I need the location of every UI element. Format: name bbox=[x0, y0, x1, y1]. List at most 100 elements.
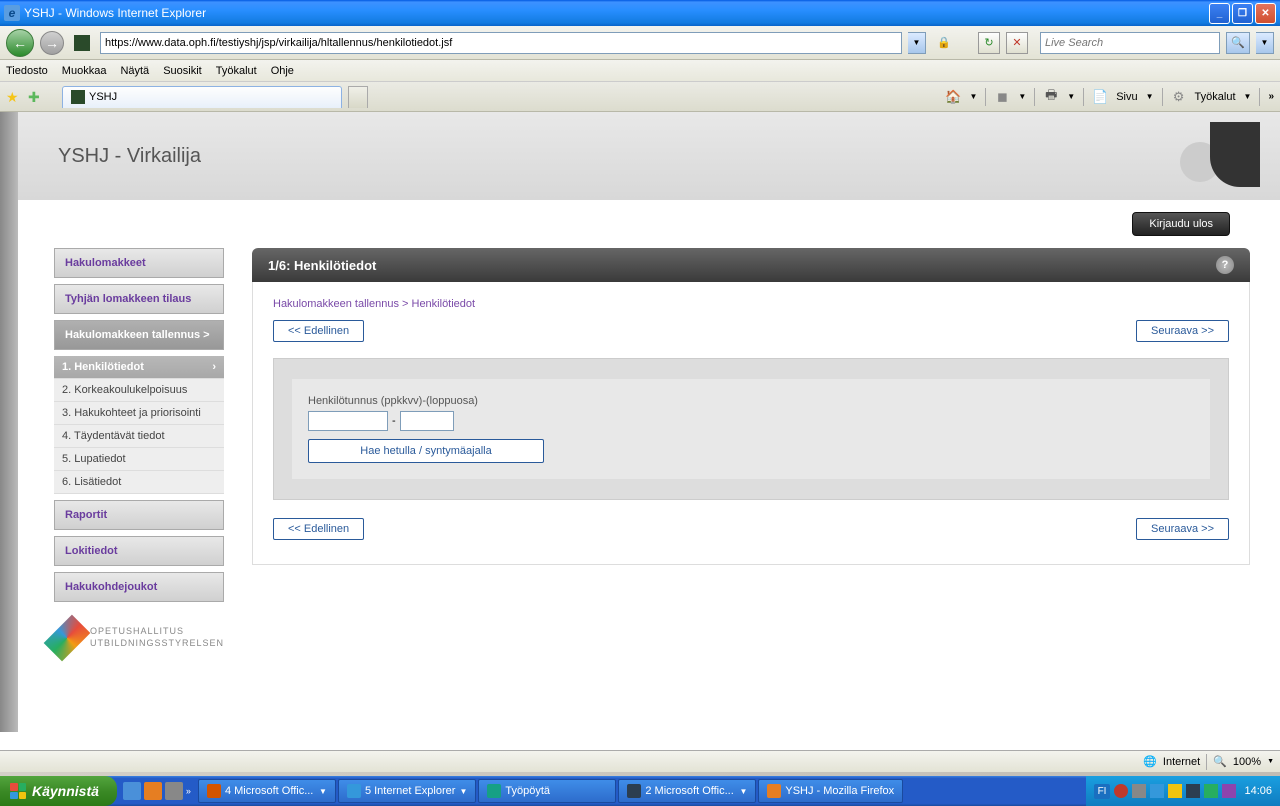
page-icon[interactable]: 📄 bbox=[1092, 89, 1108, 105]
maximize-button[interactable]: ❐ bbox=[1232, 3, 1253, 24]
new-tab-button[interactable] bbox=[348, 86, 368, 108]
feeds-dropdown[interactable]: ▼ bbox=[1018, 92, 1026, 101]
favorites-icon[interactable]: ★ bbox=[6, 89, 22, 105]
tools-dropdown[interactable]: ▼ bbox=[1244, 92, 1252, 101]
zoom-icon[interactable]: 🔍 bbox=[1213, 755, 1227, 768]
tray-network-icon[interactable] bbox=[1204, 784, 1218, 798]
ope-logo: OPETUSHALLITUS UTBILDNINGSSTYRELSEN bbox=[54, 618, 224, 658]
step-3-hakukohteet[interactable]: 3. Hakukohteet ja priorisointi bbox=[54, 402, 224, 425]
sidebar-tallennus[interactable]: Hakulomakkeen tallennus > bbox=[54, 320, 224, 350]
menu-muokkaa[interactable]: Muokkaa bbox=[62, 65, 107, 77]
task-ie[interactable]: 5 Internet Explorer ▼ bbox=[338, 779, 476, 803]
tab-site-icon bbox=[71, 90, 85, 104]
search-button[interactable]: 🔍 bbox=[1226, 32, 1250, 54]
ql-overflow[interactable]: » bbox=[186, 786, 191, 796]
menu-suosikit[interactable]: Suosikit bbox=[163, 65, 202, 77]
panel-header: 1/6: Henkilötiedot ? bbox=[252, 248, 1250, 282]
home-icon[interactable]: 🏠 bbox=[945, 89, 961, 105]
tray-icon-4[interactable] bbox=[1168, 784, 1182, 798]
panel-title: 1/6: Henkilötiedot bbox=[268, 258, 376, 273]
tab-title: YSHJ bbox=[89, 91, 117, 103]
stop-button[interactable]: ✕ bbox=[1006, 32, 1028, 54]
tools-menu[interactable]: Työkalut bbox=[1195, 91, 1236, 103]
tools-gear-icon[interactable]: ⚙ bbox=[1171, 89, 1187, 105]
help-icon[interactable]: ? bbox=[1216, 256, 1234, 274]
ssn-label: Henkilötunnus (ppkkvv)-(loppuosa) bbox=[308, 395, 1194, 407]
forward-button[interactable]: → bbox=[40, 31, 64, 55]
back-button[interactable]: ← bbox=[6, 29, 34, 57]
ql-ie-icon[interactable] bbox=[123, 782, 141, 800]
feeds-icon[interactable]: ◼ bbox=[994, 89, 1010, 105]
zoom-dropdown[interactable]: ▼ bbox=[1267, 758, 1274, 765]
task-desktop[interactable]: Työpöytä bbox=[478, 779, 616, 803]
menu-nayta[interactable]: Näytä bbox=[120, 65, 149, 77]
address-bar[interactable] bbox=[100, 32, 902, 54]
minimize-button[interactable]: _ bbox=[1209, 3, 1230, 24]
task-office-2[interactable]: 2 Microsoft Offic... ▼ bbox=[618, 779, 756, 803]
search-dropdown[interactable]: ▼ bbox=[1256, 32, 1274, 54]
form-box: Henkilötunnus (ppkkvv)-(loppuosa) - Hae … bbox=[273, 358, 1229, 500]
prev-button-top[interactable]: << Edellinen bbox=[273, 320, 364, 342]
task-office-1[interactable]: 4 Microsoft Offic... ▼ bbox=[198, 779, 336, 803]
step-4-taydentavat[interactable]: 4. Täydentävät tiedot bbox=[54, 425, 224, 448]
windows-logo-icon bbox=[10, 783, 26, 799]
tray-icon-2[interactable] bbox=[1132, 784, 1146, 798]
refresh-button[interactable]: ↻ bbox=[978, 32, 1000, 54]
sidebar-lokitiedot[interactable]: Lokitiedot bbox=[54, 536, 224, 566]
print-icon[interactable]: 🖶 bbox=[1043, 89, 1059, 105]
tab-yshj[interactable]: YSHJ bbox=[62, 86, 342, 108]
step-2-korkeakoulu[interactable]: 2. Korkeakoulukelpoisuus bbox=[54, 379, 224, 402]
step-5-lupatiedot[interactable]: 5. Lupatiedot bbox=[54, 448, 224, 471]
page-menu[interactable]: Sivu bbox=[1116, 91, 1137, 103]
tray-icon-1[interactable] bbox=[1114, 784, 1128, 798]
clock[interactable]: 14:06 bbox=[1244, 785, 1272, 797]
menu-tyokalut[interactable]: Työkalut bbox=[216, 65, 257, 77]
globe-icon: 🌐 bbox=[1143, 755, 1157, 768]
add-favorite-icon[interactable]: ✚ bbox=[28, 89, 44, 105]
search-person-button[interactable]: Hae hetulla / syntymäajalla bbox=[308, 439, 544, 463]
content-area: YSHJ - Virkailija Kirjaudu ulos Hakuloma… bbox=[0, 112, 1280, 750]
sidebar-hakulomakkeet[interactable]: Hakulomakkeet bbox=[54, 248, 224, 278]
logo-diamond-icon bbox=[44, 615, 91, 662]
tray-icon-7[interactable] bbox=[1222, 784, 1236, 798]
sidebar-raportit[interactable]: Raportit bbox=[54, 500, 224, 530]
tray-icon-3[interactable] bbox=[1150, 784, 1164, 798]
language-indicator[interactable]: FI bbox=[1094, 784, 1111, 799]
ql-app-icon[interactable] bbox=[165, 782, 183, 800]
tray-volume-icon[interactable] bbox=[1186, 784, 1200, 798]
ssn-separator: - bbox=[392, 415, 396, 427]
menu-bar: Tiedosto Muokkaa Näytä Suosikit Työkalut… bbox=[0, 60, 1280, 82]
page-dropdown[interactable]: ▼ bbox=[1146, 92, 1154, 101]
sidebar-tyhjan-tilaus[interactable]: Tyhjän lomakkeen tilaus bbox=[54, 284, 224, 314]
ql-firefox-icon[interactable] bbox=[144, 782, 162, 800]
step-6-lisatiedot[interactable]: 6. Lisätiedot bbox=[54, 471, 224, 494]
header-logo-shape bbox=[1160, 122, 1260, 192]
prev-button-bottom[interactable]: << Edellinen bbox=[273, 518, 364, 540]
next-button-bottom[interactable]: Seuraava >> bbox=[1136, 518, 1229, 540]
ssn-date-input[interactable] bbox=[308, 411, 388, 431]
ssn-suffix-input[interactable] bbox=[400, 411, 454, 431]
logout-button[interactable]: Kirjaudu ulos bbox=[1132, 212, 1230, 236]
logo-text: OPETUSHALLITUS UTBILDNINGSSTYRELSEN bbox=[90, 626, 224, 649]
ie-icon: e bbox=[4, 5, 20, 21]
sidebar: Hakulomakkeet Tyhjän lomakkeen tilaus Ha… bbox=[54, 248, 224, 658]
sidebar-hakukohdejoukot[interactable]: Hakukohdejoukot bbox=[54, 572, 224, 602]
page-title: YSHJ - Virkailija bbox=[58, 145, 201, 168]
menu-tiedosto[interactable]: Tiedosto bbox=[6, 65, 48, 77]
step-1-henkilotiedot[interactable]: 1. Henkilötiedot bbox=[54, 356, 224, 379]
wizard-steps: 1. Henkilötiedot 2. Korkeakoulukelpoisuu… bbox=[54, 356, 224, 494]
task-firefox[interactable]: YSHJ - Mozilla Firefox bbox=[758, 779, 903, 803]
print-dropdown[interactable]: ▼ bbox=[1067, 92, 1075, 101]
breadcrumb: Hakulomakkeen tallennus > Henkilötiedot bbox=[273, 298, 1229, 310]
address-dropdown[interactable]: ▼ bbox=[908, 32, 926, 54]
close-button[interactable]: ✕ bbox=[1255, 3, 1276, 24]
next-button-top[interactable]: Seuraava >> bbox=[1136, 320, 1229, 342]
left-edge-decoration bbox=[0, 112, 18, 732]
start-button[interactable]: Käynnistä bbox=[0, 776, 117, 806]
toolbar-overflow[interactable]: » bbox=[1268, 91, 1274, 102]
site-icon bbox=[74, 35, 90, 51]
search-input[interactable] bbox=[1040, 32, 1220, 54]
home-dropdown[interactable]: ▼ bbox=[969, 92, 977, 101]
zoom-level: 100% bbox=[1233, 756, 1261, 768]
menu-ohje[interactable]: Ohje bbox=[271, 65, 294, 77]
